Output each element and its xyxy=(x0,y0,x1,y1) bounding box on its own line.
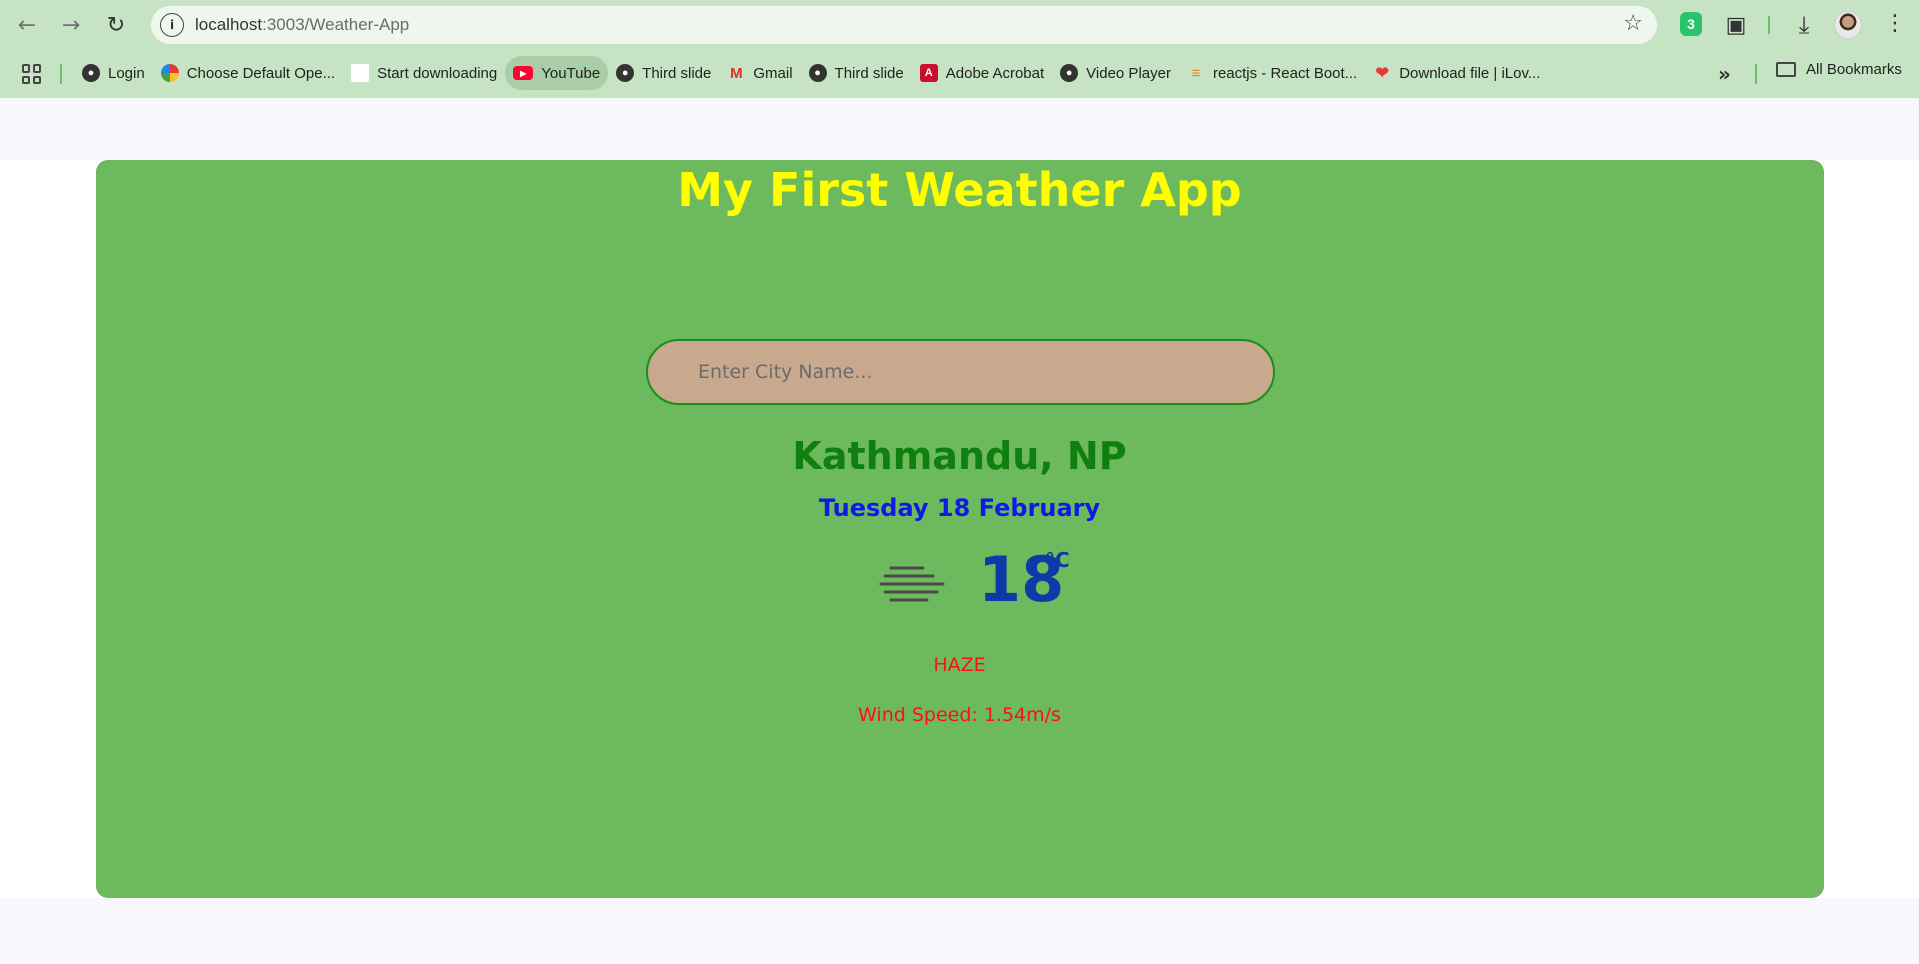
bookmark-gmail[interactable]: M Gmail xyxy=(719,56,800,90)
bookmark-label: Adobe Acrobat xyxy=(945,64,1045,82)
color-wheel-icon xyxy=(160,64,179,82)
wind-speed: Wind Speed: 1.54m/s xyxy=(858,704,1061,726)
profile-avatar[interactable] xyxy=(1834,11,1862,39)
bookmark-label: Gmail xyxy=(753,64,793,82)
bookmarks-divider xyxy=(60,64,62,84)
bookmark-label: Third slide xyxy=(642,64,712,82)
bookmark-download-file[interactable]: ❤ Download file | iLov... xyxy=(1365,56,1548,90)
youtube-icon: ▶ xyxy=(513,66,534,80)
bookmark-label: YouTube xyxy=(541,64,601,82)
weather-condition: HAZE xyxy=(933,654,986,676)
reload-icon[interactable]: ↻ xyxy=(99,8,133,42)
globe-icon: ● xyxy=(82,64,100,82)
url-host: localhost xyxy=(195,15,263,34)
toolbar-divider xyxy=(1768,16,1770,34)
menu-dots-icon[interactable]: ⋮ xyxy=(1884,10,1906,38)
bookmark-start-downloading[interactable]: Start downloading xyxy=(343,56,505,90)
bookmark-label: reactjs - React Boot... xyxy=(1212,64,1358,82)
temperature-unit: °C xyxy=(1045,548,1070,572)
date-text: Tuesday 18 February xyxy=(818,494,1101,522)
bookmark-login[interactable]: ● Login xyxy=(74,56,153,90)
bookmark-label: Choose Default Ope... xyxy=(186,64,336,82)
globe-icon: ● xyxy=(808,64,827,82)
url-path: :3003/Weather-App xyxy=(262,15,410,34)
more-bookmarks-chevron-icon[interactable]: » xyxy=(1718,62,1731,86)
all-bookmarks-label: All Bookmarks xyxy=(1806,61,1902,78)
folder-icon xyxy=(1776,62,1796,77)
app-title: My First Weather App xyxy=(677,163,1242,217)
all-bookmarks-button[interactable]: All Bookmarks xyxy=(1776,61,1902,78)
extensions-puzzle-icon[interactable]: ▣ xyxy=(1723,12,1749,38)
bookmark-video-player[interactable]: ● Video Player xyxy=(1052,56,1179,90)
heart-icon: ❤ xyxy=(1375,65,1389,82)
extension-badge-icon[interactable]: 3 xyxy=(1680,12,1702,36)
globe-icon: ● xyxy=(1060,64,1079,82)
site-info-icon[interactable]: i xyxy=(160,13,184,37)
browser-toolbar: ← → ↻ i localhost:3003/Weather-App ☆ 3 ▣… xyxy=(0,0,1919,50)
bookmark-youtube[interactable]: ▶ YouTube xyxy=(505,56,609,90)
bookmark-label: Download file | iLov... xyxy=(1399,64,1541,82)
back-arrow-icon[interactable]: ← xyxy=(10,8,44,42)
bookmark-star-icon[interactable]: ☆ xyxy=(1623,11,1643,36)
bookmark-choose-default[interactable]: Choose Default Ope... xyxy=(153,56,343,90)
bookmark-adobe-acrobat[interactable]: A Adobe Acrobat xyxy=(912,56,1052,90)
forward-arrow-icon[interactable]: → xyxy=(54,8,88,42)
bookmark-label: Third slide xyxy=(834,64,904,82)
stackoverflow-icon: ≡ xyxy=(1191,64,1201,82)
gmail-icon: M xyxy=(730,64,743,82)
bookmark-label: Video Player xyxy=(1086,64,1171,82)
address-bar[interactable]: i localhost:3003/Weather-App ☆ xyxy=(151,6,1657,44)
city-search-input[interactable] xyxy=(646,339,1275,405)
bookmarks-bar: ● Login Choose Default Ope... Start downl… xyxy=(0,50,1919,98)
weather-card xyxy=(96,160,1824,898)
globe-icon: ● xyxy=(616,64,635,82)
bookmark-label: Login xyxy=(108,64,145,82)
haze-icon xyxy=(879,566,945,602)
download-icon[interactable]: ⤓ xyxy=(1791,11,1817,39)
blank-page-icon xyxy=(351,64,370,82)
bookmark-third-slide-2[interactable]: ● Third slide xyxy=(801,56,912,90)
bookmark-reactjs[interactable]: ≡ reactjs - React Boot... xyxy=(1179,56,1365,90)
apps-grid-icon[interactable] xyxy=(22,64,42,84)
bookmark-label: Start downloading xyxy=(377,64,498,82)
url-text[interactable]: localhost:3003/Weather-App xyxy=(195,15,409,35)
city-name: Kathmandu, NP xyxy=(792,434,1127,478)
bookmark-third-slide[interactable]: ● Third slide xyxy=(608,56,719,90)
bookmarks-divider xyxy=(1755,64,1757,84)
pdf-icon: A xyxy=(919,64,938,82)
